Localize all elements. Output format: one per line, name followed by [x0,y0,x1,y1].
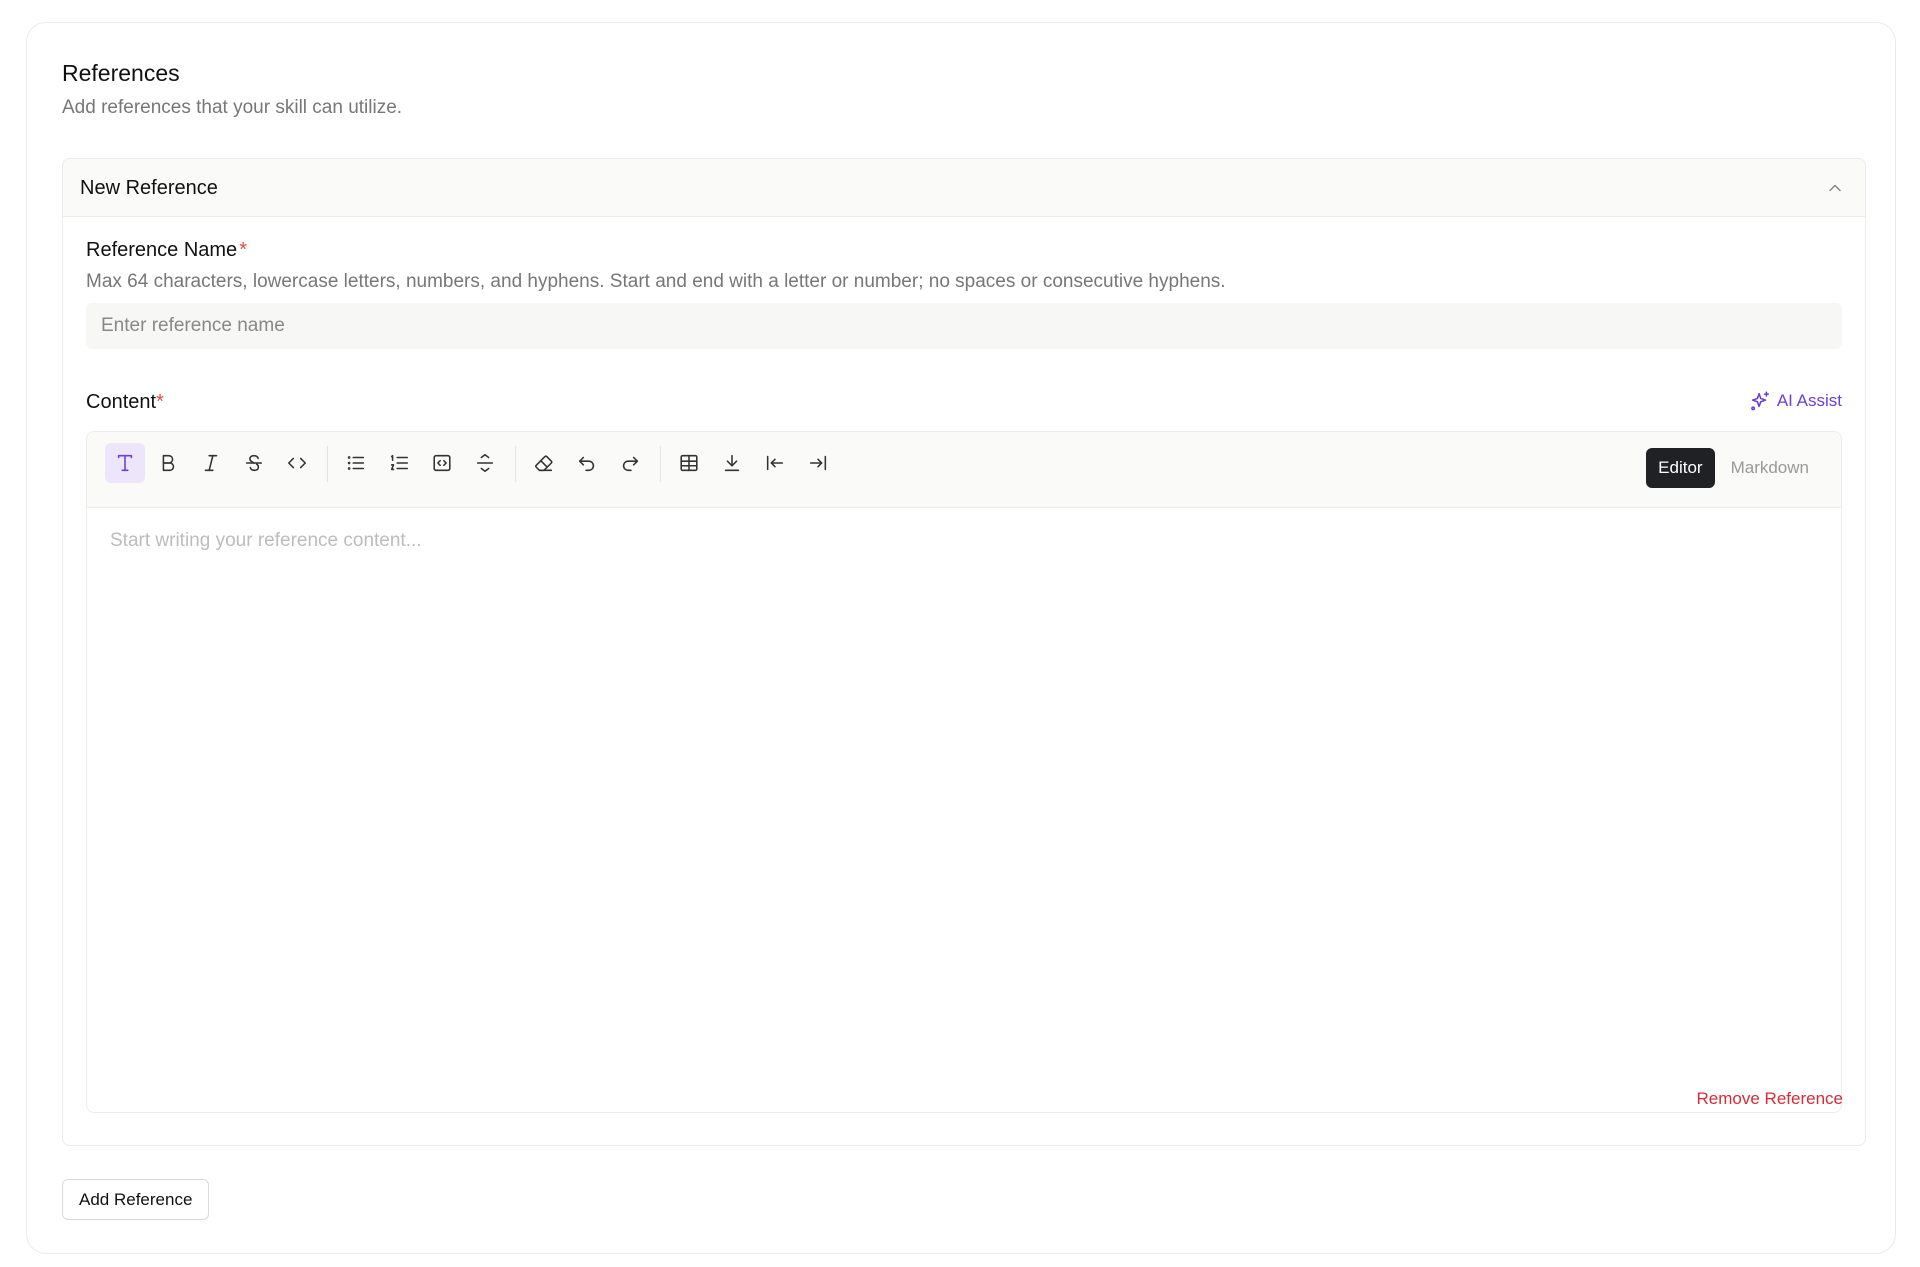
horizontal-rule-icon[interactable] [465,443,505,483]
toolbar-divider [660,446,661,482]
add-reference-button[interactable]: Add Reference [62,1179,210,1220]
markdown-mode-button[interactable]: Markdown [1719,448,1821,488]
reference-header[interactable]: New Reference [63,159,1865,217]
editor-mode-toggle: Editor Markdown [1646,448,1821,488]
code-block-icon[interactable] [422,443,462,483]
editor-toolbar: Editor Markdown [87,432,1841,508]
ai-assist-button[interactable]: AI Assist [1749,390,1842,412]
ai-assist-label: AI Assist [1776,391,1842,410]
italic-icon[interactable] [191,443,231,483]
ordered-list-icon[interactable] [379,443,419,483]
content-label: Content* [86,391,164,414]
reference-name-help: Max 64 characters, lowercase letters, nu… [86,271,1226,292]
reference-name-label-text: Reference Name [86,239,238,261]
remove-reference-button[interactable]: Remove Reference [1697,1089,1843,1109]
indent-icon[interactable] [798,443,838,483]
reference-name-input[interactable] [86,303,1842,349]
reference-name-label: Reference Name * [86,239,247,262]
reference-item: New Reference Reference Name * Max 64 cha… [62,158,1866,1146]
outdent-icon[interactable] [755,443,795,483]
content-placeholder: Start writing your reference content... [110,530,422,551]
content-label-text: Content [86,391,157,413]
section-subtitle: Add references that your skill can utili… [62,97,403,118]
chevron-up-icon[interactable] [1825,178,1845,198]
section-title: References [62,60,180,86]
reference-header-title: New Reference [80,177,218,199]
toolbar-divider [515,446,516,482]
content-editor: Editor Markdown Start writing your refer… [86,431,1842,1113]
bullet-list-icon[interactable] [336,443,376,483]
sparkles-icon [1750,391,1769,411]
bold-icon[interactable] [148,443,188,483]
code-icon[interactable] [277,443,317,483]
toolbar-divider [327,446,328,482]
undo-icon[interactable] [567,443,607,483]
table-icon[interactable] [669,443,709,483]
required-marker: * [239,239,247,261]
editor-mode-button[interactable]: Editor [1646,448,1715,488]
strikethrough-icon[interactable] [234,443,274,483]
content-textarea[interactable]: Start writing your reference content... [87,508,1841,1112]
redo-icon[interactable] [610,443,650,483]
download-icon[interactable] [712,443,752,483]
required-marker: * [156,391,164,413]
eraser-icon[interactable] [524,443,564,483]
text-icon[interactable] [105,443,145,483]
